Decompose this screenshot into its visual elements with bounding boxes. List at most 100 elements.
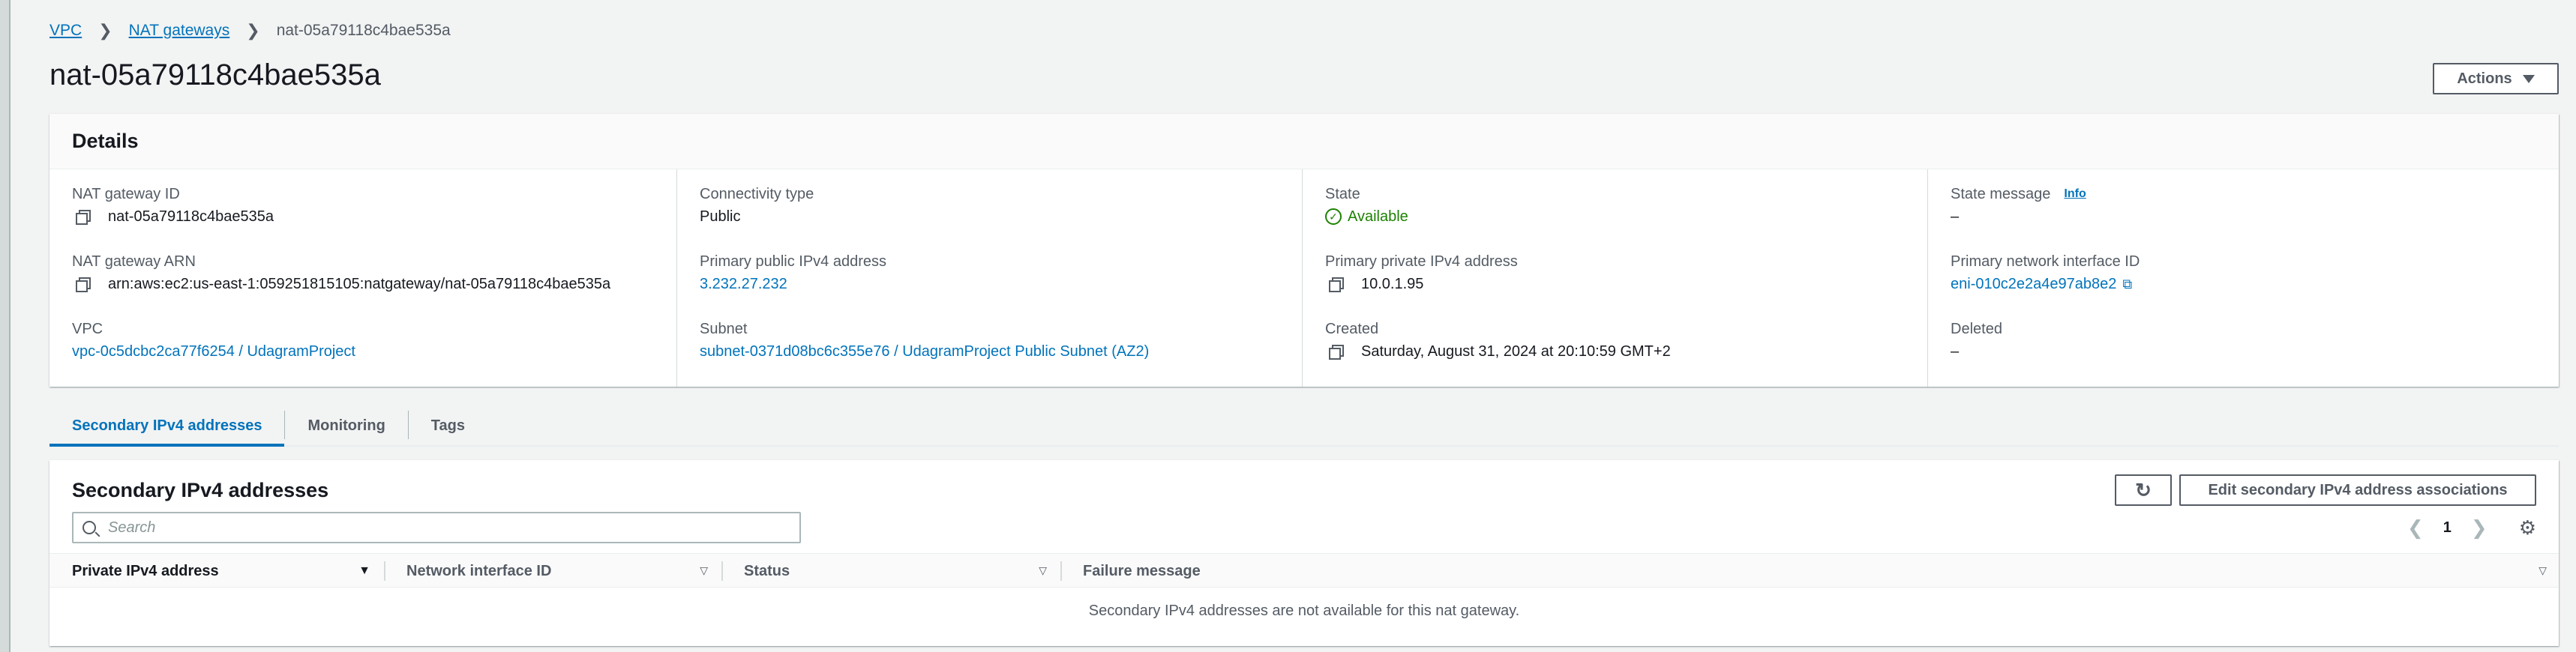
state-label: State — [1325, 185, 1360, 202]
sort-icon[interactable]: ▽ — [1039, 564, 1047, 577]
copy-icon[interactable] — [1327, 342, 1349, 360]
breadcrumb: VPC ❯ NAT gateways ❯ nat-05a79118c4bae53… — [49, 21, 451, 40]
details-columns: NAT gateway ID nat-05a79118c4bae535a NAT… — [49, 169, 2559, 387]
details-column-2: Connectivity type Public Primary public … — [676, 169, 1302, 387]
copy-icon[interactable] — [1327, 275, 1349, 293]
primary-public-ip-label: Primary public IPv4 address — [700, 253, 886, 270]
details-column-1: NAT gateway ID nat-05a79118c4bae535a NAT… — [49, 169, 676, 387]
deleted-label: Deleted — [1951, 320, 2002, 337]
table-header: Private IPv4 address ▼ Network interface… — [49, 553, 2559, 588]
created-value: Saturday, August 31, 2024 at 20:10:59 GM… — [1361, 342, 1671, 360]
details-panel: Details NAT gateway ID nat-05a79118c4bae… — [49, 114, 2559, 387]
primary-eni-field: Primary network interface ID eni-010c2e2… — [1951, 250, 2559, 318]
page-number[interactable]: 1 — [2443, 519, 2452, 537]
caret-down-icon — [2522, 74, 2535, 83]
vpc-link[interactable]: vpc-0c5dcbc2ca77f6254 / UdagramProject — [72, 343, 355, 360]
tab-secondary-ipv4-addresses[interactable]: Secondary IPv4 addresses — [49, 417, 285, 447]
primary-eni-label: Primary network interface ID — [1951, 253, 2140, 270]
nat-gateway-id-value-row: nat-05a79118c4bae535a — [72, 205, 676, 228]
search-icon — [82, 521, 96, 534]
vpc-label: VPC — [72, 320, 103, 337]
state-message-label-row: State message Info — [1951, 183, 2559, 205]
state-value-row: ✓ Available — [1325, 205, 1927, 228]
state-field: State ✓ Available — [1325, 183, 1927, 250]
column-header-private-ipv4[interactable]: Private IPv4 address ▼ — [49, 554, 382, 588]
primary-private-ip-value: 10.0.1.95 — [1361, 275, 1424, 292]
connectivity-type-field: Connectivity type Public — [700, 183, 1302, 250]
primary-eni-value-row: eni-010c2e2a4e97ab8e2 ⧉ — [1951, 273, 2559, 295]
secondary-ipv4-panel: Secondary IPv4 addresses ↻ Edit secondar… — [49, 460, 2559, 646]
breadcrumb-separator-icon: ❯ — [98, 21, 112, 40]
nat-gateway-arn-label: NAT gateway ARN — [72, 253, 196, 270]
subnet-label: Subnet — [700, 320, 748, 337]
empty-table-message: Secondary IPv4 addresses are not availab… — [1088, 603, 1520, 619]
search-input[interactable] — [108, 519, 768, 537]
primary-private-ip-label: Primary private IPv4 address — [1325, 253, 1518, 270]
chevron-right-icon[interactable]: ❯ — [2471, 516, 2488, 540]
details-header: Details — [49, 114, 2559, 169]
nat-gateway-arn-value-row: arn:aws:ec2:us-east-1:059251815105:natga… — [72, 273, 676, 295]
state-message-value: – — [1951, 208, 1960, 225]
primary-public-ip-value-row: 3.232.27.232 — [700, 273, 1302, 295]
search-box[interactable] — [72, 512, 801, 543]
actions-button-label: Actions — [2457, 70, 2512, 87]
chevron-left-icon[interactable]: ❮ — [2407, 516, 2424, 540]
refresh-button[interactable]: ↻ — [2115, 474, 2172, 506]
details-column-4: State message Info – Primary network int… — [1927, 169, 2559, 387]
check-circle-icon: ✓ — [1325, 208, 1342, 225]
external-link-icon[interactable]: ⧉ — [2122, 277, 2132, 292]
state-message-label: State message — [1951, 185, 2051, 202]
breadcrumb-vpc-link[interactable]: VPC — [49, 22, 82, 40]
nat-gateway-id-label: NAT gateway ID — [72, 185, 180, 202]
secondary-ipv4-actions: ↻ Edit secondary IPv4 address associatio… — [2115, 474, 2536, 506]
column-header-label: Private IPv4 address — [72, 562, 219, 579]
state-value: Available — [1348, 208, 1408, 225]
primary-eni-link[interactable]: eni-010c2e2a4e97ab8e2 — [1951, 276, 2116, 293]
vpc-value-row: vpc-0c5dcbc2ca77f6254 / UdagramProject — [72, 340, 676, 363]
sort-icon[interactable]: ▽ — [2539, 564, 2547, 577]
column-header-label: Network interface ID — [406, 562, 552, 579]
breadcrumb-separator-icon: ❯ — [246, 21, 260, 40]
sort-desc-icon[interactable]: ▼ — [358, 564, 370, 578]
primary-private-ip-value-row: 10.0.1.95 — [1325, 273, 1927, 295]
column-header-label: Failure message — [1083, 562, 1201, 579]
column-header-failure-message[interactable]: Failure message ▽ — [1060, 554, 2559, 588]
column-header-status[interactable]: Status ▽ — [721, 554, 1059, 588]
connectivity-type-label: Connectivity type — [700, 185, 814, 202]
deleted-field: Deleted – — [1951, 318, 2559, 385]
subnet-value-row: subnet-0371d08bc6c355e76 / UdagramProjec… — [700, 340, 1302, 363]
search-row: ❮ 1 ❯ ⚙ — [72, 511, 2536, 544]
nat-gateway-id-field: NAT gateway ID nat-05a79118c4bae535a — [72, 183, 676, 250]
primary-public-ip-link[interactable]: 3.232.27.232 — [700, 276, 787, 293]
breadcrumb-nat-gateways-link[interactable]: NAT gateways — [129, 22, 230, 40]
copy-icon[interactable] — [73, 208, 96, 226]
nat-gateway-arn-value: arn:aws:ec2:us-east-1:059251815105:natga… — [108, 275, 611, 292]
column-header-network-interface-id[interactable]: Network interface ID ▽ — [384, 554, 720, 588]
breadcrumb-current: nat-05a79118c4bae535a — [276, 22, 451, 39]
subnet-link[interactable]: subnet-0371d08bc6c355e76 / UdagramProjec… — [700, 343, 1149, 360]
info-link[interactable]: Info — [2064, 187, 2086, 201]
vpc-field: VPC vpc-0c5dcbc2ca77f6254 / UdagramProje… — [72, 318, 676, 385]
column-header-label: Status — [744, 562, 790, 579]
secondary-ipv4-title: Secondary IPv4 addresses — [72, 478, 329, 501]
copy-icon[interactable] — [73, 275, 96, 293]
gear-icon[interactable]: ⚙ — [2519, 516, 2536, 540]
created-field: Created Saturday, August 31, 2024 at 20:… — [1325, 318, 1927, 385]
details-column-3: State ✓ Available Primary private IPv4 a… — [1302, 169, 1927, 387]
page-title: nat-05a79118c4bae535a — [49, 58, 381, 91]
tab-monitoring[interactable]: Monitoring — [285, 417, 407, 445]
connectivity-type-value: Public — [700, 208, 741, 225]
primary-public-ip-field: Primary public IPv4 address 3.232.27.232 — [700, 250, 1302, 318]
actions-button[interactable]: Actions — [2433, 63, 2559, 94]
tab-tags[interactable]: Tags — [409, 417, 487, 445]
primary-private-ip-field: Primary private IPv4 address 10.0.1.95 — [1325, 250, 1927, 318]
pagination: ❮ 1 ❯ ⚙ — [2407, 516, 2536, 540]
deleted-value: – — [1951, 342, 1960, 360]
created-label: Created — [1325, 320, 1379, 337]
edit-secondary-ipv4-associations-button[interactable]: Edit secondary IPv4 address associations — [2179, 474, 2536, 506]
nat-gateway-arn-field: NAT gateway ARN arn:aws:ec2:us-east-1:05… — [72, 250, 676, 318]
refresh-icon: ↻ — [2135, 478, 2152, 501]
created-value-row: Saturday, August 31, 2024 at 20:10:59 GM… — [1325, 340, 1927, 363]
subnet-field: Subnet subnet-0371d08bc6c355e76 / Udagra… — [700, 318, 1302, 385]
sort-icon[interactable]: ▽ — [700, 564, 708, 577]
